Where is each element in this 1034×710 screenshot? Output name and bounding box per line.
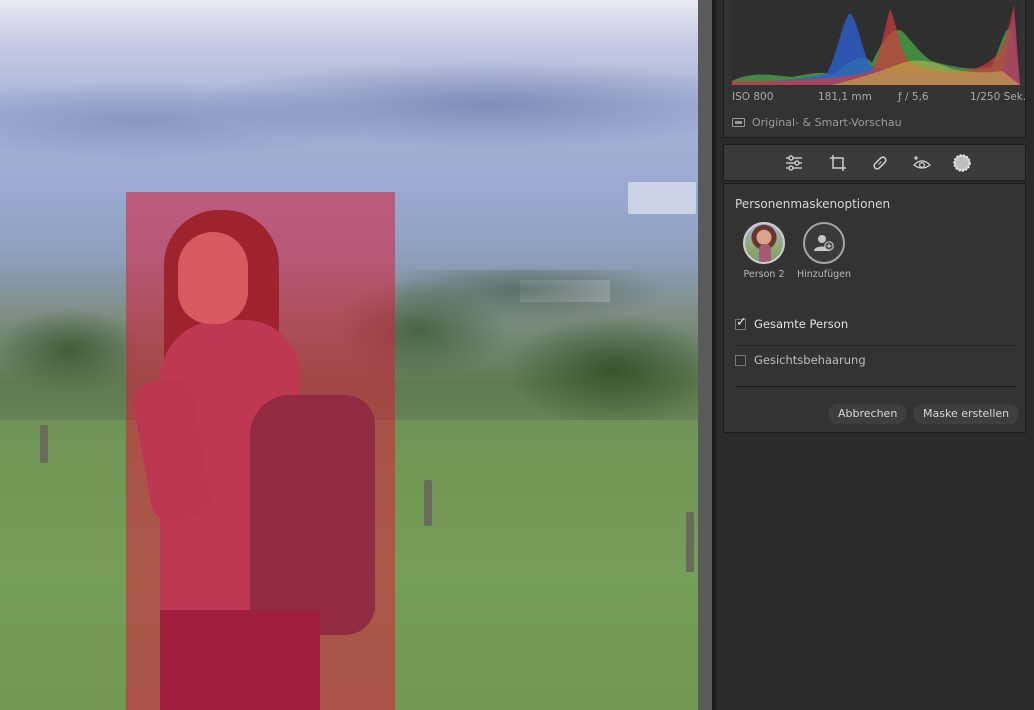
person-mask-options-panel: Personenmaskenoptionen Person 2 Hinzufüg… [723,183,1026,433]
entire-person-checkbox[interactable] [735,315,747,330]
edit-sliders-icon[interactable] [784,153,804,173]
avatar [743,222,785,264]
option-facial-hair[interactable]: Gesichtsbehaarung [735,353,866,367]
film-icon [732,118,745,127]
right-panel: ISO 800 181,1 mm ƒ / 5,6 1/250 Sek. Orig… [716,0,1034,710]
add-label: Hinzufügen [796,269,852,280]
entire-person-label: Gesamte Person [754,317,849,331]
exif-focal-length: 181,1 mm [818,91,872,103]
histogram-panel: ISO 800 181,1 mm ƒ / 5,6 1/250 Sek. Orig… [723,0,1026,138]
photo-canvas[interactable] [0,0,698,710]
photo-fence-post [40,425,48,463]
photo-fence-post [686,512,694,572]
exif-shutter: 1/250 Sek. [970,91,1027,103]
panel-title: Personenmaskenoptionen [735,197,891,211]
create-mask-button[interactable]: Maske erstellen [913,404,1020,424]
tool-strip [723,144,1026,181]
exif-aperture: ƒ / 5,6 [898,91,929,103]
add-person-button[interactable]: Hinzufügen [794,222,854,280]
person-2-thumbnail[interactable]: Person 2 [734,222,794,280]
smart-preview-label: Original- & Smart-Vorschau [752,116,902,129]
masking-icon[interactable] [952,153,972,173]
photo-building [628,182,696,214]
photo-fence-post [424,480,432,526]
red-eye-icon[interactable] [912,153,932,173]
person-label: Person 2 [743,269,785,280]
histogram-chart [732,1,1020,85]
option-entire-person[interactable]: Gesamte Person [735,315,849,331]
person-mask-overlay [126,192,395,710]
divider [735,345,1016,346]
divider [735,386,1016,387]
add-person-icon [803,222,845,264]
panel-divider[interactable] [698,0,716,710]
facial-hair-label: Gesichtsbehaarung [754,353,866,367]
heal-icon[interactable] [870,153,890,173]
exif-iso: ISO 800 [732,91,774,103]
facial-hair-checkbox[interactable] [735,354,746,366]
photo-background-hills [0,40,698,200]
cancel-button[interactable]: Abbrechen [828,404,908,424]
smart-preview-status[interactable]: Original- & Smart-Vorschau [732,116,902,129]
crop-icon[interactable] [828,153,848,173]
